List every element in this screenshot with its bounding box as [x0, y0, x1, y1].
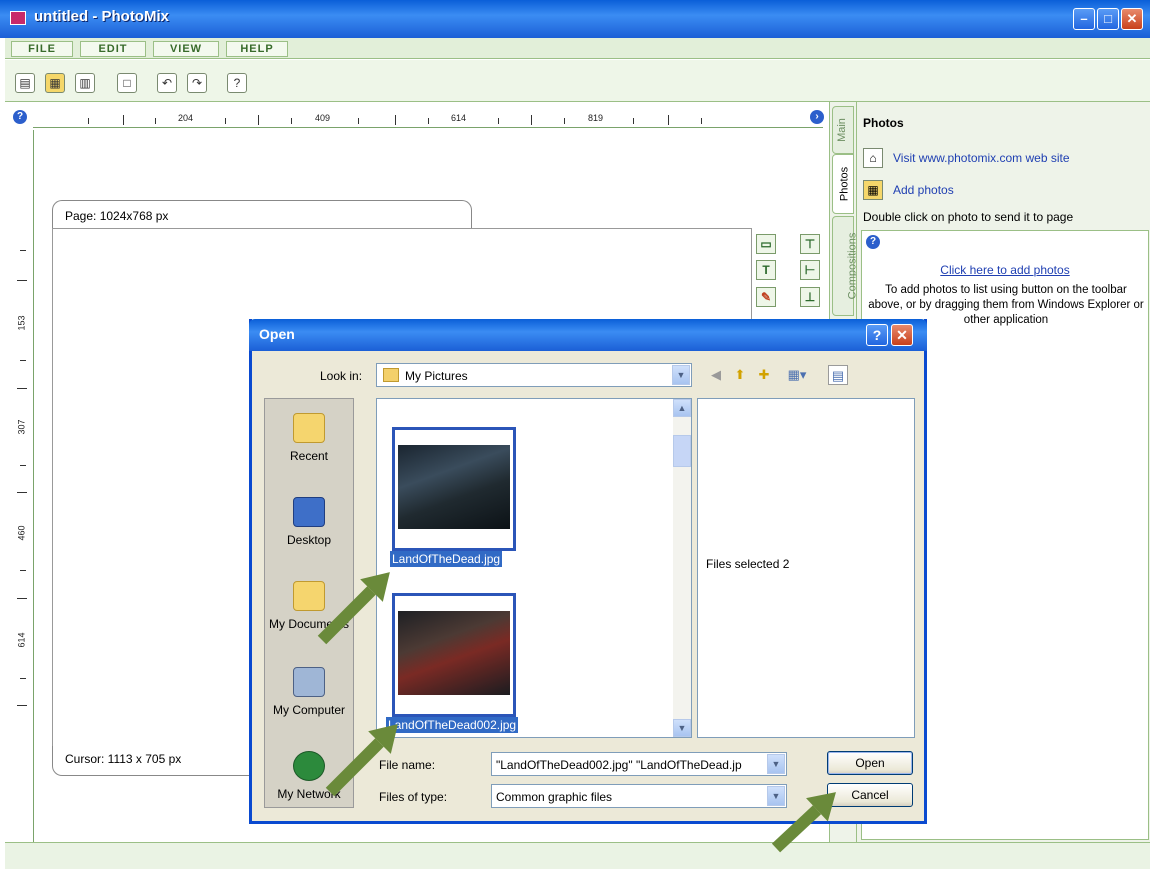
arrow-to-first-file [317, 572, 390, 645]
arrow-to-second-file [325, 724, 398, 797]
annotation-arrows [317, 572, 836, 853]
arrow-to-open-button [771, 792, 836, 853]
